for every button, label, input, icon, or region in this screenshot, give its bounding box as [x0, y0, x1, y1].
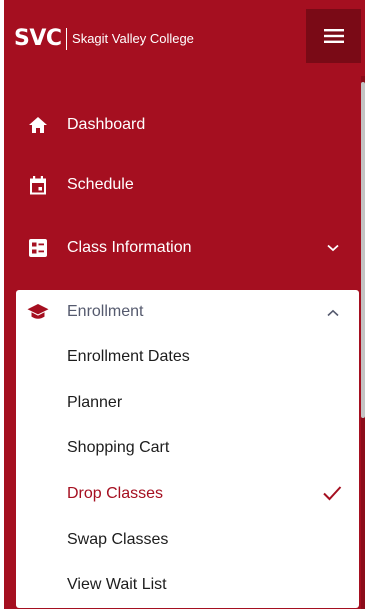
checkmark-icon	[322, 485, 342, 501]
graduation-cap-icon	[27, 302, 49, 322]
logo-divider	[65, 28, 68, 50]
submenu-item-label: Shopping Cart	[67, 439, 170, 456]
sidebar-item-label: Class Information	[67, 239, 192, 256]
header: SVC Skagit Valley College	[4, 0, 365, 76]
scrollbar[interactable]	[361, 76, 365, 609]
sidebar-item-dashboard[interactable]: Dashboard	[4, 110, 356, 140]
chevron-up-icon	[326, 305, 340, 319]
submenu-item-view-wait-list[interactable]: View Wait List	[16, 564, 359, 604]
chevron-down-icon	[326, 241, 340, 255]
college-logo[interactable]: SVC Skagit Valley College	[14, 25, 194, 53]
submenu-item-swap-classes[interactable]: Swap Classes	[16, 519, 359, 559]
list-card-icon	[28, 238, 48, 258]
calendar-icon	[28, 175, 48, 195]
submenu-item-planner[interactable]: Planner	[16, 382, 359, 422]
menu-toggle-button[interactable]	[306, 9, 361, 63]
scrollbar-thumb[interactable]	[361, 82, 365, 418]
navigation-panel: SVC Skagit Valley College Dashboard Sche…	[4, 0, 365, 609]
sidebar-item-class-information[interactable]: Class Information	[4, 233, 356, 263]
submenu-item-label: Planner	[67, 394, 123, 411]
enrollment-submenu: Enrollment Enrollment Dates Planner Shop…	[16, 290, 359, 608]
home-icon	[28, 115, 48, 135]
submenu-item-label: Enrollment Dates	[67, 348, 190, 365]
hamburger-menu-icon	[323, 29, 344, 43]
enrollment-label: Enrollment	[67, 303, 144, 320]
logo-mark: SVC	[14, 26, 62, 51]
sidebar-item-schedule[interactable]: Schedule	[4, 170, 356, 200]
submenu-item-drop-classes[interactable]: Drop Classes	[16, 473, 359, 513]
logo-name: Skagit Valley College	[72, 31, 194, 46]
submenu-item-label: Drop Classes	[67, 485, 164, 502]
submenu-item-shopping-cart[interactable]: Shopping Cart	[16, 427, 359, 467]
sidebar-item-label: Schedule	[67, 176, 134, 193]
submenu-item-enrollment-dates[interactable]: Enrollment Dates	[16, 336, 359, 376]
submenu-item-label: Swap Classes	[67, 531, 169, 548]
sidebar-item-enrollment[interactable]: Enrollment	[16, 290, 359, 334]
sidebar-item-label: Dashboard	[67, 116, 146, 133]
submenu-item-label: View Wait List	[67, 576, 167, 593]
